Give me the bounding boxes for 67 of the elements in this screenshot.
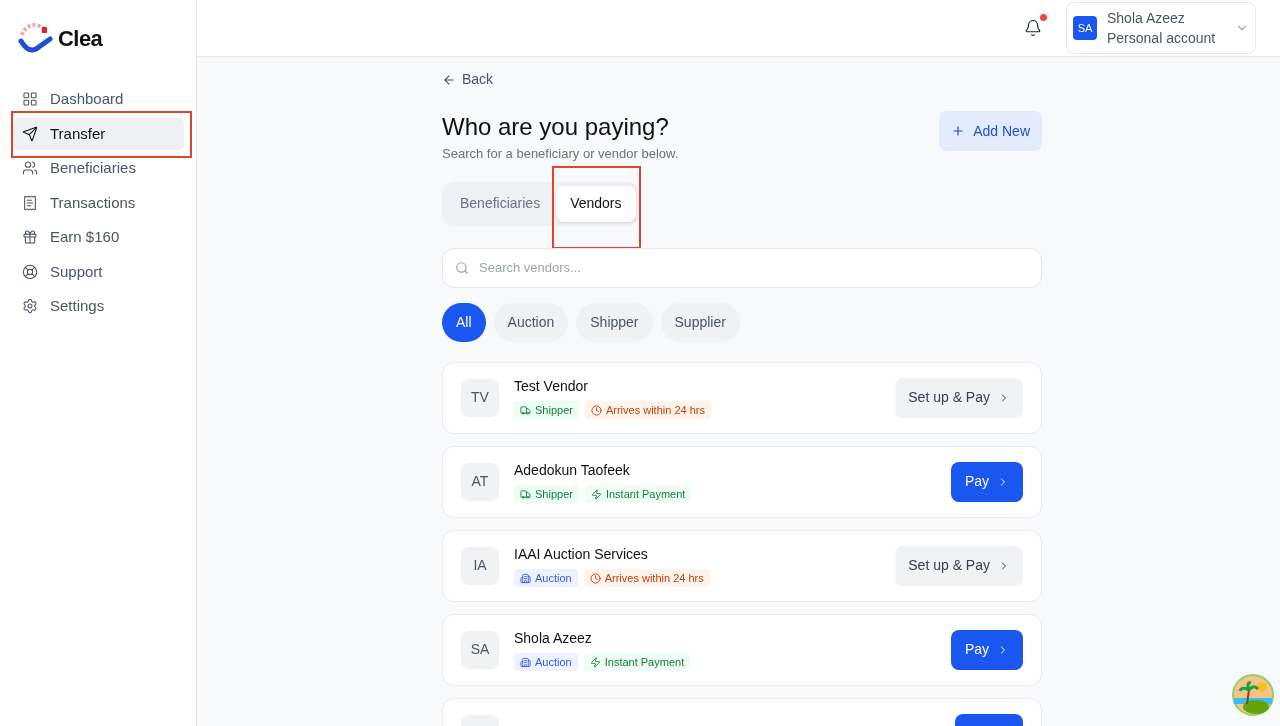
vendor-card[interactable]: IA IAAI Auction Services Auction Arrives within 24 hrs Set up & Pay xyxy=(442,529,1042,602)
sidebar-item[interactable]: Beneficiaries xyxy=(12,152,184,185)
vendor-name: Shola Azeez xyxy=(514,629,593,648)
vendor-name: IAAI Auction Services xyxy=(514,545,649,564)
sidebar-item[interactable]: Transactions xyxy=(12,186,184,219)
delivery-time-tag: Arrives within 24 hrs xyxy=(584,401,711,419)
filter-chip[interactable]: Shipper xyxy=(576,302,653,342)
filter-chip[interactable]: Auction xyxy=(493,302,569,342)
truck-icon xyxy=(520,488,531,500)
setup-and-pay-button[interactable]: Set up & Pay xyxy=(895,377,1023,418)
notification-bell-icon[interactable] xyxy=(1024,19,1042,37)
account-name: Shola Azeez xyxy=(1107,9,1185,28)
account-switcher[interactable]: SA Shola Azeez Personal account xyxy=(1066,2,1256,54)
page-title: Who are you paying? xyxy=(442,112,670,142)
vendor-card[interactable]: AT Adedokun Taofeek Shipper Instant Payment Pay xyxy=(442,445,1042,518)
instant-payment-tag: Instant Payment xyxy=(584,485,692,503)
vendor-initials: SA xyxy=(461,630,499,669)
lifebuoy-icon xyxy=(22,263,38,280)
vendor-name: Test Vendor xyxy=(514,377,589,396)
category-tag: Auction xyxy=(514,569,578,587)
gift-icon xyxy=(22,229,38,246)
sidebar-item[interactable]: Earn $160 xyxy=(12,221,184,254)
search-icon xyxy=(455,260,469,275)
vendor-card[interactable]: TV Test Vendor Shipper Arrives within 24 hrs Set up & Pay xyxy=(442,361,1042,434)
island-icon[interactable] xyxy=(1232,674,1274,716)
sidebar-item[interactable]: Support xyxy=(12,255,184,288)
building-icon xyxy=(520,656,531,668)
setup-and-pay-button[interactable]: Set up & Pay xyxy=(895,545,1023,586)
pay-button[interactable]: Pay xyxy=(950,629,1023,670)
back-link[interactable]: Back xyxy=(442,69,494,90)
vendor-name: Adedokun Taofeek xyxy=(514,461,631,480)
vendor-initials: IA xyxy=(461,546,499,585)
sidebar-item[interactable]: Settings xyxy=(12,290,184,323)
brand-name: Clea xyxy=(58,25,103,53)
receipt-icon xyxy=(22,194,38,211)
filter-chip[interactable]: Supplier xyxy=(660,302,740,342)
truck-icon xyxy=(520,404,531,416)
instant-payment-tag: Instant Payment xyxy=(583,653,691,671)
clock-icon xyxy=(589,572,601,584)
plus-icon xyxy=(951,124,966,138)
account-type: Personal account xyxy=(1107,29,1216,48)
settings-icon xyxy=(22,298,38,315)
logo-icon xyxy=(18,22,54,55)
lightning-icon xyxy=(590,488,602,500)
page-subtitle: Search for a beneficiary or vendor below. xyxy=(442,145,679,163)
category-tag: Auction xyxy=(514,653,578,671)
pay-button[interactable]: Pay xyxy=(950,461,1023,502)
category-tag: Shipper xyxy=(514,485,579,503)
vendor-initials: AT xyxy=(461,462,499,501)
sidebar-item[interactable]: Transfer xyxy=(12,117,184,150)
building-icon xyxy=(520,572,531,584)
lightning-icon xyxy=(589,656,601,668)
account-avatar: SA xyxy=(1073,16,1097,40)
add-new-button[interactable]: Add New xyxy=(939,111,1042,151)
grid-icon xyxy=(22,91,38,108)
send-icon xyxy=(22,125,38,142)
tab[interactable]: Beneficiaries xyxy=(446,185,555,222)
search-field[interactable]: Search vendors... xyxy=(442,247,1042,288)
category-tag: Shipper xyxy=(514,401,579,419)
clock-icon xyxy=(590,404,602,416)
tab[interactable]: Vendors xyxy=(556,185,636,222)
filter-chip[interactable]: All xyxy=(442,302,486,342)
users-icon xyxy=(22,160,38,177)
sidebar-item[interactable]: Dashboard xyxy=(12,83,184,116)
delivery-time-tag: Arrives within 24 hrs xyxy=(583,569,710,587)
vendor-initials: TV xyxy=(461,378,499,417)
vendor-card[interactable]: SA Shola Azeez Auction Instant Payment Pay xyxy=(442,613,1042,686)
